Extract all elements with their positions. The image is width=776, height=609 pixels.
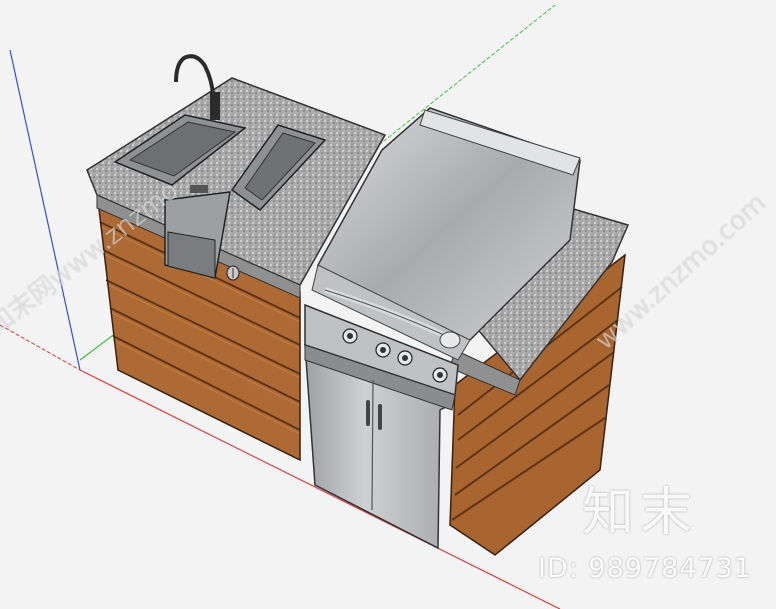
knob-icon <box>226 265 240 281</box>
knob-icon <box>342 328 358 344</box>
drawer-handle <box>190 185 208 193</box>
watermark-logo: 知末 <box>582 483 699 543</box>
door-handle-right <box>378 404 382 430</box>
hood-handle-end <box>439 331 461 349</box>
sketchup-viewport: 知末网www.znzmo www.znzmo.com 知末 ID: 989784… <box>0 0 776 609</box>
knob-icon <box>432 367 448 383</box>
knob-icon <box>397 350 413 366</box>
watermark-id: ID: 989784731 <box>538 553 753 584</box>
door-handle-left <box>366 400 370 426</box>
knob-icon <box>375 342 391 358</box>
